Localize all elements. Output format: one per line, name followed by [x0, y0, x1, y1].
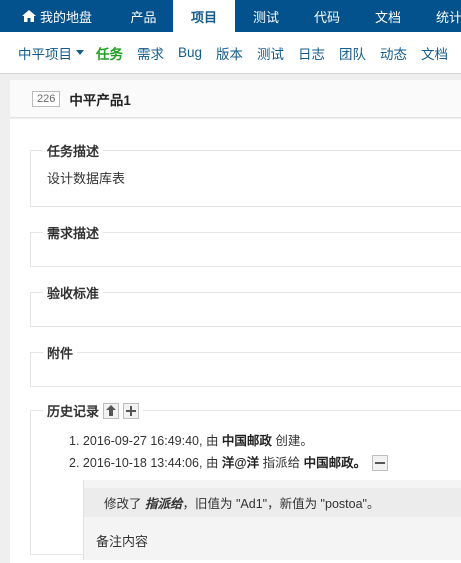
expand-all-button[interactable]	[123, 402, 140, 419]
history-entry-time: 2016-09-27 16:49:40	[82, 434, 199, 448]
chevron-down-icon	[76, 50, 84, 55]
nav-item-product[interactable]: 产品	[114, 0, 173, 32]
history-entry-by: , 由	[199, 456, 222, 470]
history-change-line: 修改了 指派给，旧值为 "Ad1"，新值为 "postoa"。	[84, 488, 461, 517]
subnav-item-doc[interactable]: 文档	[414, 43, 455, 63]
home-icon	[21, 10, 36, 22]
attachments-content	[31, 362, 461, 378]
history-legend: 历史记录	[43, 401, 143, 420]
task-description-title: 任务描述	[47, 144, 100, 159]
story-description-content	[31, 242, 461, 258]
nav-item-report-label: 统计	[435, 9, 461, 25]
subnav-item-bug[interactable]: Bug	[171, 45, 209, 60]
history-comment: 备注内容	[96, 534, 149, 549]
nav-item-code[interactable]: 代码	[297, 0, 357, 32]
subnav-item-story[interactable]: 需求	[130, 43, 171, 63]
history-entry-number: 1.	[69, 434, 80, 448]
history-entry-target: 中国邮政。	[303, 456, 367, 470]
history-entry-by: , 由	[199, 434, 222, 448]
nav-item-doc[interactable]: 文档	[357, 0, 419, 32]
task-header: 226 中平产品1	[10, 80, 461, 118]
nav-item-code-label: 代码	[313, 9, 340, 25]
project-switcher[interactable]: 中平项目	[0, 43, 89, 63]
sort-order-button[interactable]	[103, 402, 120, 419]
history-entry-action: 创建。	[271, 434, 313, 448]
history-section: 历史记录 1. 2016-09-27 16:49:40, 由 中国邮政 创建。	[30, 401, 461, 560]
sub-nav: 中平项目 任务 需求 Bug 版本 测试 日志 团队 动态 文档	[0, 32, 461, 74]
history-entry: 1. 2016-09-27 16:49:40, 由 中国邮政 创建。	[69, 430, 461, 452]
history-change-details: 修改了 指派给，旧值为 "Ad1"，新值为 "postoa"。 备注内容	[83, 480, 461, 560]
nav-item-my[interactable]: 我的地盘	[0, 0, 114, 32]
subnav-item-dynamic[interactable]: 动态	[373, 43, 414, 63]
subnav-item-task[interactable]: 任务	[89, 43, 130, 63]
collapse-changes-button[interactable]	[372, 455, 389, 471]
history-entry-action: 指派给	[259, 456, 304, 470]
nav-item-report[interactable]: 统计	[419, 0, 461, 32]
change-field: 指派给	[144, 497, 183, 511]
task-description-content: 设计数据库表	[47, 171, 126, 186]
change-prefix: 修改了	[104, 497, 145, 511]
change-values: ，旧值为 "Ad1"，新值为 "postoa"。	[182, 497, 380, 511]
project-switcher-label: 中平项目	[18, 46, 72, 62]
task-title: 中平产品1	[69, 92, 131, 108]
attachments-section: 附件	[30, 343, 461, 387]
subnav-item-build[interactable]: 版本	[209, 43, 250, 63]
acceptance-title: 验收标准	[47, 286, 100, 301]
subnav-item-test[interactable]: 测试	[250, 43, 291, 63]
acceptance-section: 验收标准	[30, 283, 461, 327]
subnav-item-team[interactable]: 团队	[332, 43, 373, 63]
nav-item-product-label: 产品	[130, 9, 157, 25]
task-description-section: 任务描述 设计数据库表	[30, 141, 461, 207]
minus-icon	[375, 462, 386, 464]
history-entry-actor: 中国邮政	[221, 434, 272, 448]
story-description-section: 需求描述	[30, 223, 461, 267]
nav-item-qa[interactable]: 测试	[235, 0, 297, 32]
nav-item-my-label: 我的地盘	[39, 9, 92, 25]
history-entry: 2. 2016-10-18 13:44:06, 由 洋@洋 指派给 中国邮政。	[69, 452, 461, 474]
main-nav: 我的地盘 产品 项目 测试 代码 文档 统计	[0, 0, 461, 32]
task-id-badge: 226	[32, 90, 61, 107]
task-detail-card: 任务描述 设计数据库表 需求描述 验收标准 附件 历史记录 1. 2016-09…	[10, 119, 461, 563]
nav-item-qa-label: 测试	[252, 9, 279, 25]
history-entry-time: 2016-10-18 13:44:06	[82, 456, 199, 470]
nav-item-doc-label: 文档	[374, 9, 401, 25]
arrow-up-icon	[106, 405, 117, 416]
history-entry-number: 2.	[69, 456, 80, 470]
history-list: 1. 2016-09-27 16:49:40, 由 中国邮政 创建。 2. 20…	[31, 430, 461, 474]
attachments-title: 附件	[47, 346, 74, 361]
acceptance-content	[31, 302, 461, 318]
subnav-item-log[interactable]: 日志	[291, 43, 332, 63]
nav-item-project[interactable]: 项目	[173, 0, 235, 32]
history-title: 历史记录	[47, 404, 100, 419]
nav-item-project-label: 项目	[190, 9, 217, 25]
story-description-title: 需求描述	[47, 226, 100, 241]
history-entry-actor: 洋@洋	[221, 456, 260, 470]
plus-icon	[126, 405, 137, 416]
